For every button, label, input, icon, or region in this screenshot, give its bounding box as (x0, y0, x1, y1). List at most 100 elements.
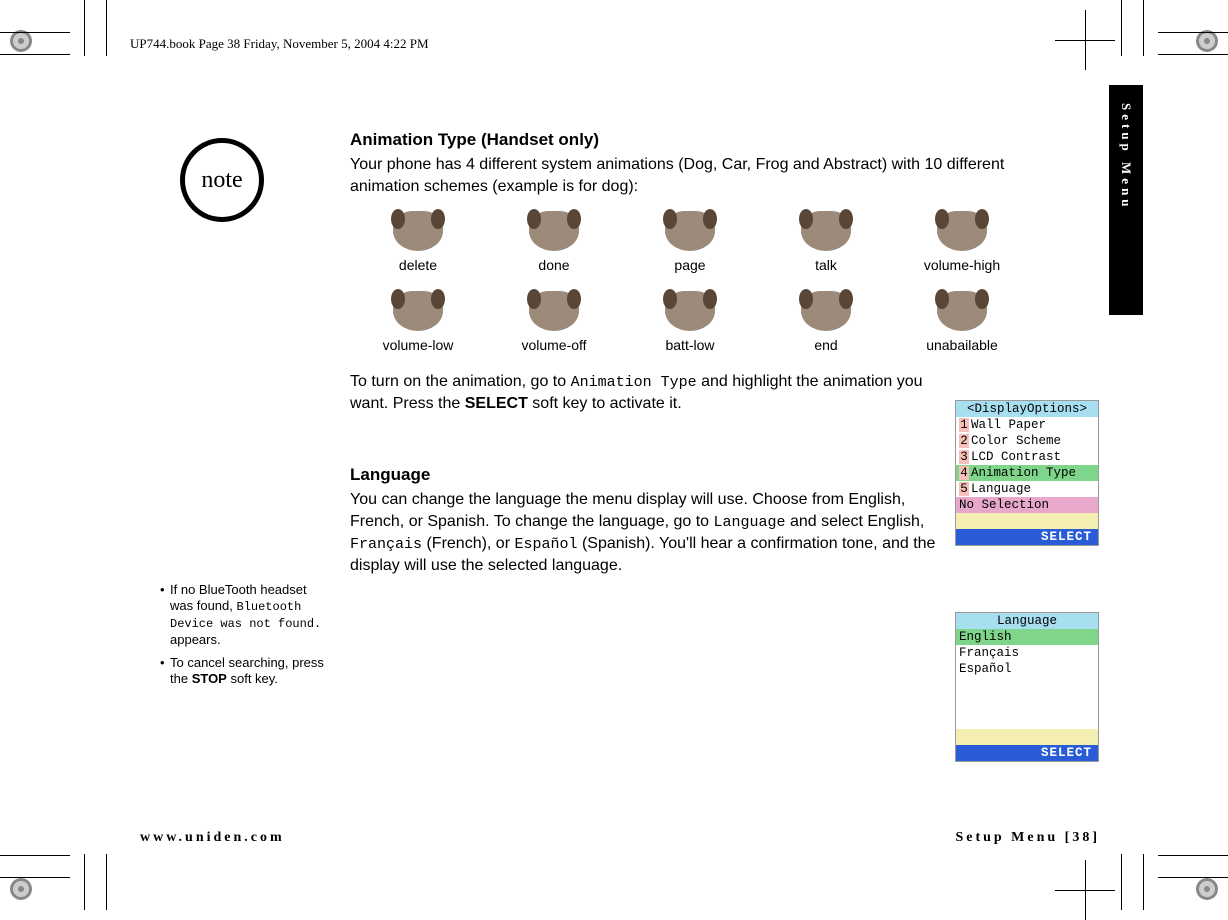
lcd-status: No Selection (956, 497, 1098, 513)
dog-icon (665, 211, 715, 251)
text: To turn on the animation, go to (350, 373, 571, 390)
lcd-menu-item: 4Animation Type (956, 465, 1098, 481)
animation-label: batt-low (622, 337, 758, 353)
page-footer: www.uniden.com Setup Menu [38] (140, 830, 1100, 846)
lcd-item-text: Animation Type (971, 466, 1076, 480)
lcd-item-number: 4 (959, 466, 969, 480)
lcd-item-number: 3 (959, 450, 969, 464)
text: and select English, (786, 513, 925, 530)
crop-line (1158, 32, 1228, 33)
animation-label: page (622, 257, 758, 273)
crop-line (1158, 855, 1228, 856)
note-item: If no BlueTooth headset was found, Bluet… (160, 582, 330, 649)
animation-label: unabailable (894, 337, 1030, 353)
lcd-text: Animation Type (571, 374, 697, 391)
lcd-screenshot-display-options: <DisplayOptions> 1Wall Paper2Color Schem… (955, 400, 1099, 546)
animation-label: delete (350, 257, 486, 273)
side-tab: Setup Menu (1109, 85, 1143, 315)
footer-url: www.uniden.com (140, 830, 285, 846)
crop-line (84, 0, 85, 56)
text: (French), or (422, 535, 514, 552)
crop-line (1121, 854, 1122, 910)
animation-cell: batt-low (622, 291, 758, 353)
registration-cross-icon (1065, 870, 1105, 910)
body-text: You can change the language the menu dis… (350, 489, 940, 577)
crop-mark-icon (10, 878, 32, 900)
animation-label: volume-off (486, 337, 622, 353)
crop-line (0, 855, 70, 856)
registration-cross-icon (1065, 20, 1105, 60)
text: soft key to activate it. (528, 395, 682, 412)
crop-line (106, 0, 107, 56)
animation-label: end (758, 337, 894, 353)
animation-label: volume-high (894, 257, 1030, 273)
lcd-item-number: 1 (959, 418, 969, 432)
crop-line (106, 854, 107, 910)
dog-icon (393, 291, 443, 331)
page-header: UP744.book Page 38 Friday, November 5, 2… (130, 36, 429, 52)
dog-icon (801, 211, 851, 251)
margin-notes: If no BlueTooth headset was found, Bluet… (160, 582, 330, 687)
lcd-menu-item: English (956, 629, 1098, 645)
lcd-menu-item: 5Language (956, 481, 1098, 497)
lcd-text: Language (714, 514, 786, 531)
crop-line (0, 54, 70, 55)
animation-cell: page (622, 211, 758, 273)
softkey-ref: SELECT (465, 395, 528, 412)
animation-cell: volume-high (894, 211, 1030, 273)
animation-cell: volume-low (350, 291, 486, 353)
lcd-item-text: Language (971, 482, 1031, 496)
crop-line (0, 877, 70, 878)
section-heading: Animation Type (Handset only) (350, 130, 1070, 150)
lcd-menu-item: Français (956, 645, 1098, 661)
animation-cell: end (758, 291, 894, 353)
lcd-softkey: SELECT (956, 745, 1098, 761)
body-text: Your phone has 4 different system animat… (350, 154, 1070, 197)
animation-label: done (486, 257, 622, 273)
animation-cell: unabailable (894, 291, 1030, 353)
animation-cell: talk (758, 211, 894, 273)
body-text: To turn on the animation, go to Animatio… (350, 371, 940, 415)
lcd-title: <DisplayOptions> (956, 401, 1098, 417)
dog-icon (937, 211, 987, 251)
lcd-menu-item: 1Wall Paper (956, 417, 1098, 433)
note-text: appears. (170, 632, 221, 647)
animation-cell: done (486, 211, 622, 273)
crop-line (1143, 854, 1144, 910)
dog-icon (529, 291, 579, 331)
animation-label: talk (758, 257, 894, 273)
dog-icon (393, 211, 443, 251)
crop-line (0, 32, 70, 33)
lcd-title: Language (956, 613, 1098, 629)
note-item: To cancel searching, press the STOP soft… (160, 655, 330, 688)
dog-icon (529, 211, 579, 251)
lcd-menu-item: 3LCD Contrast (956, 449, 1098, 465)
crop-mark-icon (1196, 30, 1218, 52)
lcd-item-text: LCD Contrast (971, 450, 1061, 464)
lcd-text: Español (514, 536, 577, 553)
crop-mark-icon (1196, 878, 1218, 900)
softkey-ref: STOP (192, 671, 227, 686)
animation-label: volume-low (350, 337, 486, 353)
crop-line (1158, 877, 1228, 878)
crop-line (1158, 54, 1228, 55)
lcd-item-text: Wall Paper (971, 418, 1046, 432)
animation-cell: delete (350, 211, 486, 273)
footer-page: Setup Menu [38] (955, 830, 1100, 846)
lcd-menu-item: Español (956, 661, 1098, 677)
lcd-text: Français (350, 536, 422, 553)
lcd-spacer (956, 677, 1098, 729)
animation-grid: deletedonepagetalkvolume-high volume-lowv… (350, 211, 1030, 353)
lcd-spacer (956, 729, 1098, 745)
crop-line (1143, 0, 1144, 56)
lcd-screenshot-language: Language EnglishFrançaisEspañol SELECT (955, 612, 1099, 762)
note-text: soft key. (227, 671, 278, 686)
lcd-spacer (956, 513, 1098, 529)
dog-icon (665, 291, 715, 331)
dog-icon (801, 291, 851, 331)
lcd-softkey: SELECT (956, 529, 1098, 545)
lcd-item-number: 2 (959, 434, 969, 448)
lcd-menu-item: 2Color Scheme (956, 433, 1098, 449)
lcd-item-text: Color Scheme (971, 434, 1061, 448)
lcd-item-number: 5 (959, 482, 969, 496)
